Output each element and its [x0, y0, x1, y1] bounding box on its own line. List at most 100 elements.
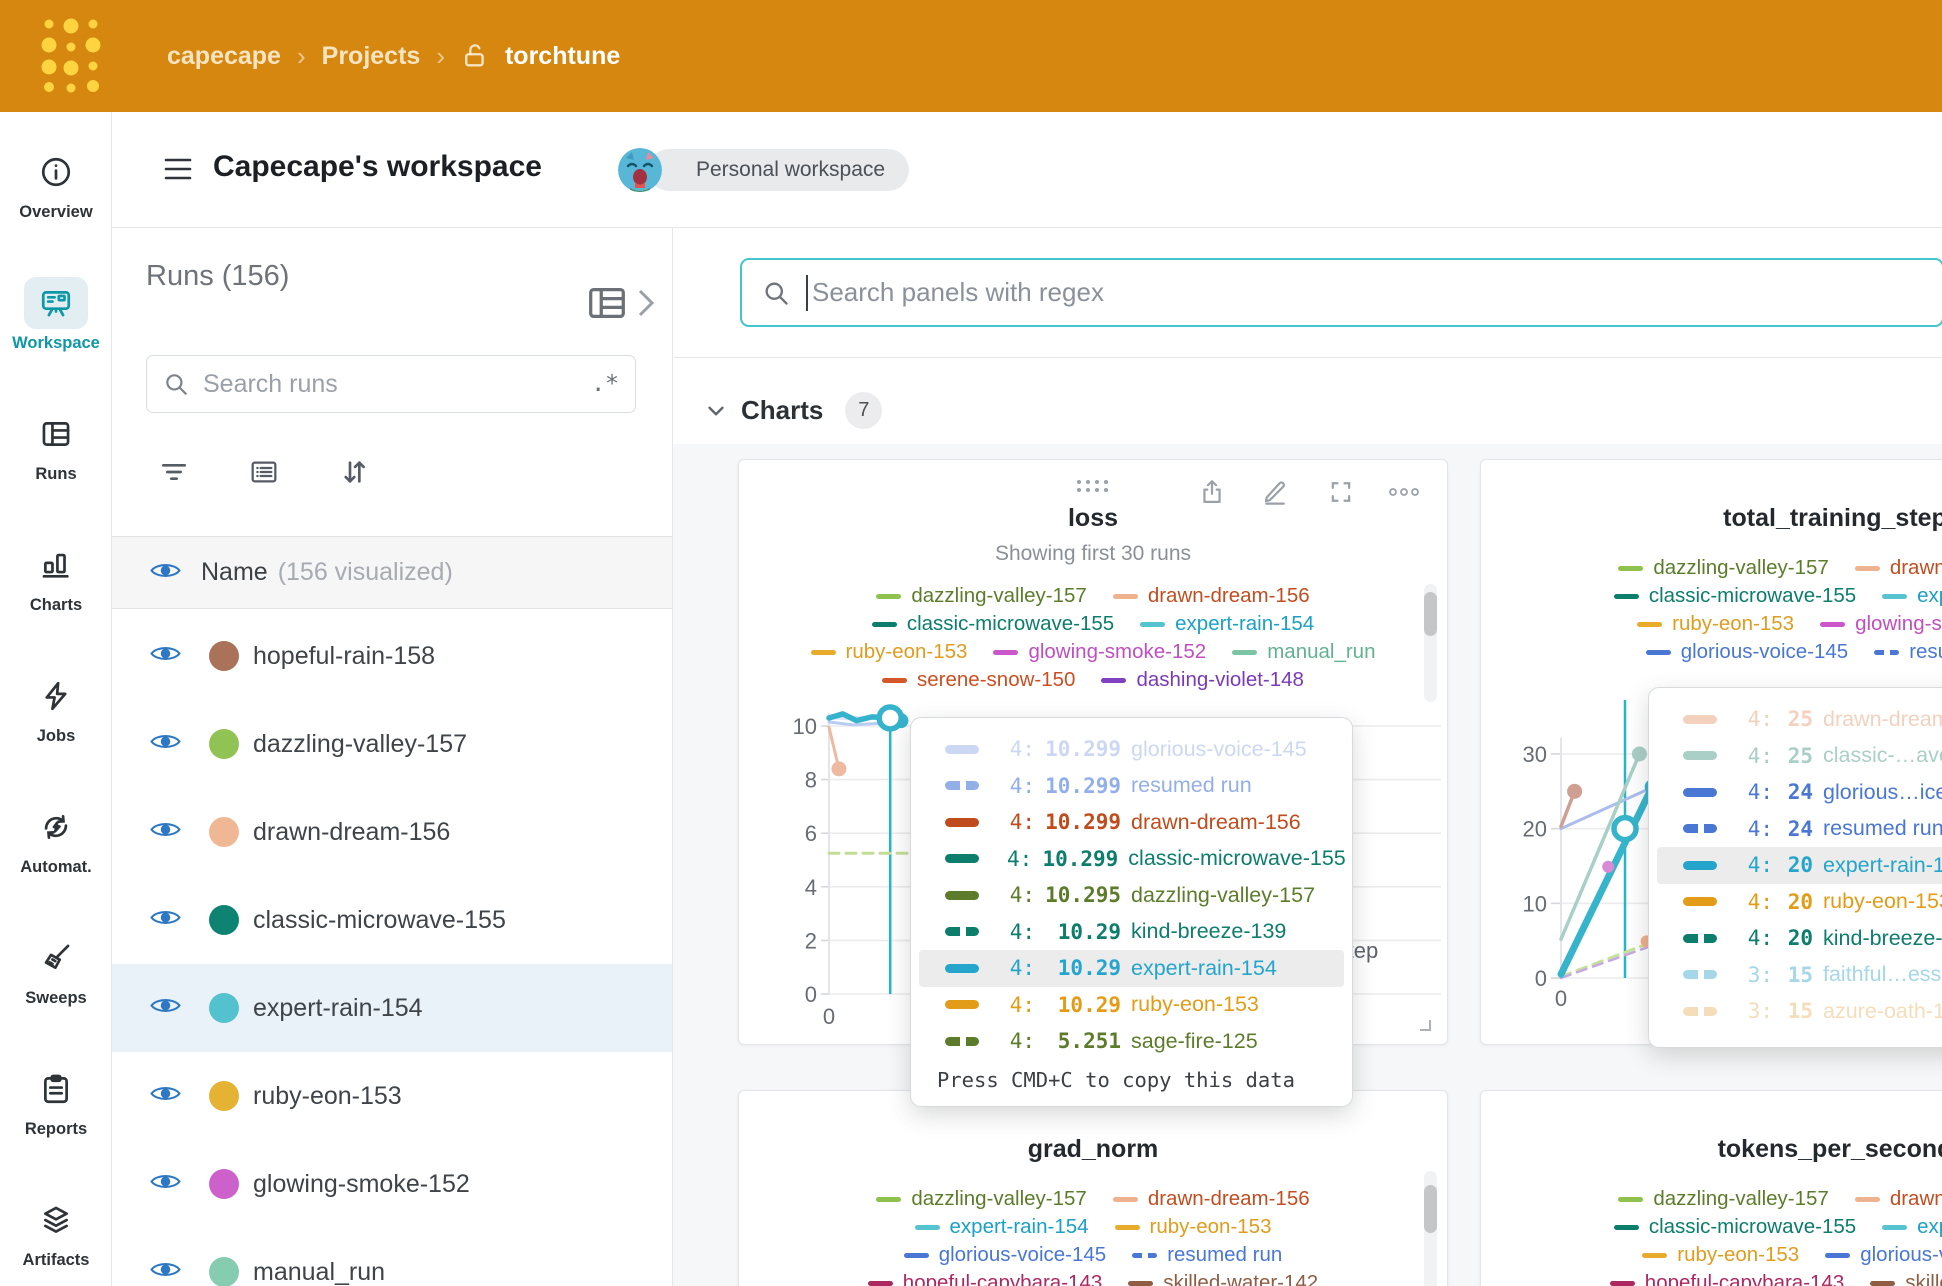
run-name[interactable]: ruby-eon-153 — [253, 1082, 402, 1111]
legend-item[interactable]: drawn-dream-156 — [1855, 1187, 1942, 1211]
user-avatar[interactable] — [618, 148, 662, 192]
legend-scrollbar[interactable] — [1424, 1171, 1437, 1286]
run-list-item[interactable]: classic-microwave-155 — [112, 876, 672, 964]
run-list-item[interactable]: ruby-eon-153 — [112, 1052, 672, 1140]
scrollbar-thumb[interactable] — [1424, 1185, 1437, 1233]
wandb-logo-icon[interactable] — [38, 14, 104, 98]
run-name[interactable]: glowing-smoke-152 — [253, 1170, 470, 1199]
run-name[interactable]: expert-rain-154 — [253, 994, 423, 1023]
sidebar-item-overview[interactable]: Overview — [0, 146, 112, 222]
tooltip-run-name: glorious…ice-1 — [1823, 780, 1942, 805]
run-list-item[interactable]: dazzling-valley-157 — [112, 700, 672, 788]
breadcrumb-projects[interactable]: Projects — [322, 42, 421, 71]
sidebar-item-workspace[interactable]: Workspace — [0, 277, 112, 353]
personal-workspace-badge[interactable]: Personal workspace — [648, 149, 909, 191]
run-list-item[interactable]: hopeful-rain-158 — [112, 612, 672, 700]
run-name[interactable]: hopeful-rain-158 — [253, 642, 435, 671]
wandb-workspace-page: capecape › Projects › torchtune Overview… — [0, 0, 1942, 1286]
run-name[interactable]: dazzling-valley-157 — [253, 730, 467, 759]
run-list-item[interactable]: expert-rain-154 — [112, 964, 672, 1052]
run-color-dot — [209, 641, 239, 671]
sidebar-item-jobs[interactable]: Jobs — [0, 670, 112, 746]
regex-toggle[interactable]: .* — [591, 371, 619, 397]
chart-panel-tokens_per_second[interactable]: tokens_per_seconddazzling-valley-157draw… — [1480, 1090, 1942, 1286]
legend-run-name: drawn-dream-156 — [1890, 1187, 1942, 1211]
tooltip-value: 10.299 — [1045, 810, 1121, 834]
runs-table-icon — [24, 408, 88, 460]
tooltip-row: 4:10.299resumed run — [919, 768, 1344, 805]
search-runs-input[interactable]: Search runs .* — [146, 355, 636, 413]
sort-icon[interactable] — [338, 456, 370, 493]
legend-item[interactable]: ruby-eon-153 — [1642, 1243, 1799, 1267]
run-name[interactable]: drawn-dream-156 — [253, 818, 450, 847]
breadcrumb-entity[interactable]: capecape — [167, 42, 281, 71]
legend-item[interactable]: glorious-voice-145 — [904, 1243, 1107, 1267]
tooltip-value: 10.299 — [1045, 774, 1121, 798]
sidebar-item-artifacts[interactable]: Artifacts — [0, 1194, 112, 1270]
legend-item[interactable]: ruby-eon-153 — [1115, 1215, 1272, 1239]
tooltip-row: 4:25drawn-dream-1 — [1657, 701, 1942, 738]
tooltip-line-swatch — [1683, 861, 1717, 870]
menu-hamburger-icon[interactable] — [163, 156, 193, 187]
tooltip-line-swatch — [945, 781, 979, 790]
sidebar-item-automat[interactable]: Automat. — [0, 801, 112, 877]
run-list-item[interactable]: drawn-dream-156 — [112, 788, 672, 876]
search-panels-input[interactable]: Search panels with regex — [740, 258, 1942, 327]
visibility-eye-icon[interactable] — [150, 819, 181, 845]
tooltip-run-name: drawn-dream-1 — [1823, 707, 1942, 732]
legend-item[interactable]: dazzling-valley-157 — [876, 1187, 1086, 1211]
panel-legend: dazzling-valley-157 drawn-dream-156 expert… — [739, 1185, 1447, 1286]
visibility-eye-icon[interactable] — [150, 560, 181, 586]
run-list-item[interactable]: glowing-smoke-152 — [112, 1140, 672, 1228]
sidebar-item-runs[interactable]: Runs — [0, 408, 112, 484]
run-name[interactable]: manual_run — [253, 1258, 385, 1286]
search-icon — [163, 371, 189, 397]
legend-item[interactable]: hopeful-capybara-143 — [868, 1271, 1102, 1286]
run-name[interactable]: classic-microwave-155 — [253, 906, 506, 935]
filter-icon[interactable] — [158, 456, 190, 493]
bar-chart-icon — [24, 539, 88, 591]
svg-text:30: 30 — [1523, 742, 1547, 767]
breadcrumb-project[interactable]: torchtune — [505, 42, 620, 71]
tooltip-line-swatch — [1683, 1007, 1717, 1016]
visibility-eye-icon[interactable] — [150, 1083, 181, 1109]
tooltip-run-name: dazzling-valley-157 — [1131, 883, 1315, 908]
sidebar-item-reports[interactable]: Reports — [0, 1063, 112, 1139]
visibility-eye-icon[interactable] — [150, 995, 181, 1021]
tooltip-row: 4:10.29expert-rain-154 — [919, 950, 1344, 987]
run-list-item[interactable]: manual_run — [112, 1228, 672, 1286]
tooltip-line-swatch — [945, 1000, 979, 1009]
name-column-header[interactable]: Name — [201, 558, 268, 587]
legend-item[interactable]: skilled-water-142 — [1870, 1271, 1942, 1286]
tooltip-line-swatch — [945, 927, 979, 936]
visibility-eye-icon[interactable] — [150, 1259, 181, 1285]
legend-item[interactable]: dazzling-valley-157 — [1618, 1187, 1828, 1211]
sidebar-item-label: Overview — [0, 203, 112, 222]
tooltip-run-name: classic-…ave-1 — [1823, 743, 1942, 768]
chart-panel-grad_norm[interactable]: grad_normdazzling-valley-157drawn-dream-… — [738, 1090, 1448, 1286]
visibility-eye-icon[interactable] — [150, 907, 181, 933]
legend-line-swatch — [868, 1281, 893, 1286]
legend-line-swatch — [1855, 1197, 1880, 1202]
legend-item[interactable]: drawn-dream-156 — [1113, 1187, 1310, 1211]
svg-text:0: 0 — [805, 982, 817, 1007]
legend-item[interactable]: classic-microwave-155 — [1614, 1215, 1856, 1239]
chevron-down-icon[interactable] — [703, 398, 729, 424]
group-list-icon[interactable] — [248, 456, 280, 493]
tooltip-value: 15 — [1783, 963, 1813, 987]
legend-item[interactable]: expert-rain-154 — [1882, 1215, 1942, 1239]
sidebar-item-charts[interactable]: Charts — [0, 539, 112, 615]
expand-runs-table-button[interactable] — [584, 280, 656, 326]
visibility-eye-icon[interactable] — [150, 1171, 181, 1197]
charts-section-header[interactable]: Charts 7 — [703, 392, 882, 429]
legend-item[interactable]: resumed run — [1132, 1243, 1282, 1267]
legend-item[interactable]: skilled-water-142 — [1128, 1271, 1318, 1286]
legend-item[interactable]: glorious-voice-145 — [1825, 1243, 1942, 1267]
visibility-eye-icon[interactable] — [150, 731, 181, 757]
visibility-eye-icon[interactable] — [150, 643, 181, 669]
sidebar-item-label: Reports — [0, 1120, 112, 1139]
legend-item[interactable]: hopeful-capybara-143 — [1610, 1271, 1844, 1286]
legend-item[interactable]: expert-rain-154 — [915, 1215, 1089, 1239]
svg-text:0: 0 — [1535, 966, 1547, 991]
sidebar-item-sweeps[interactable]: Sweeps — [0, 932, 112, 1008]
